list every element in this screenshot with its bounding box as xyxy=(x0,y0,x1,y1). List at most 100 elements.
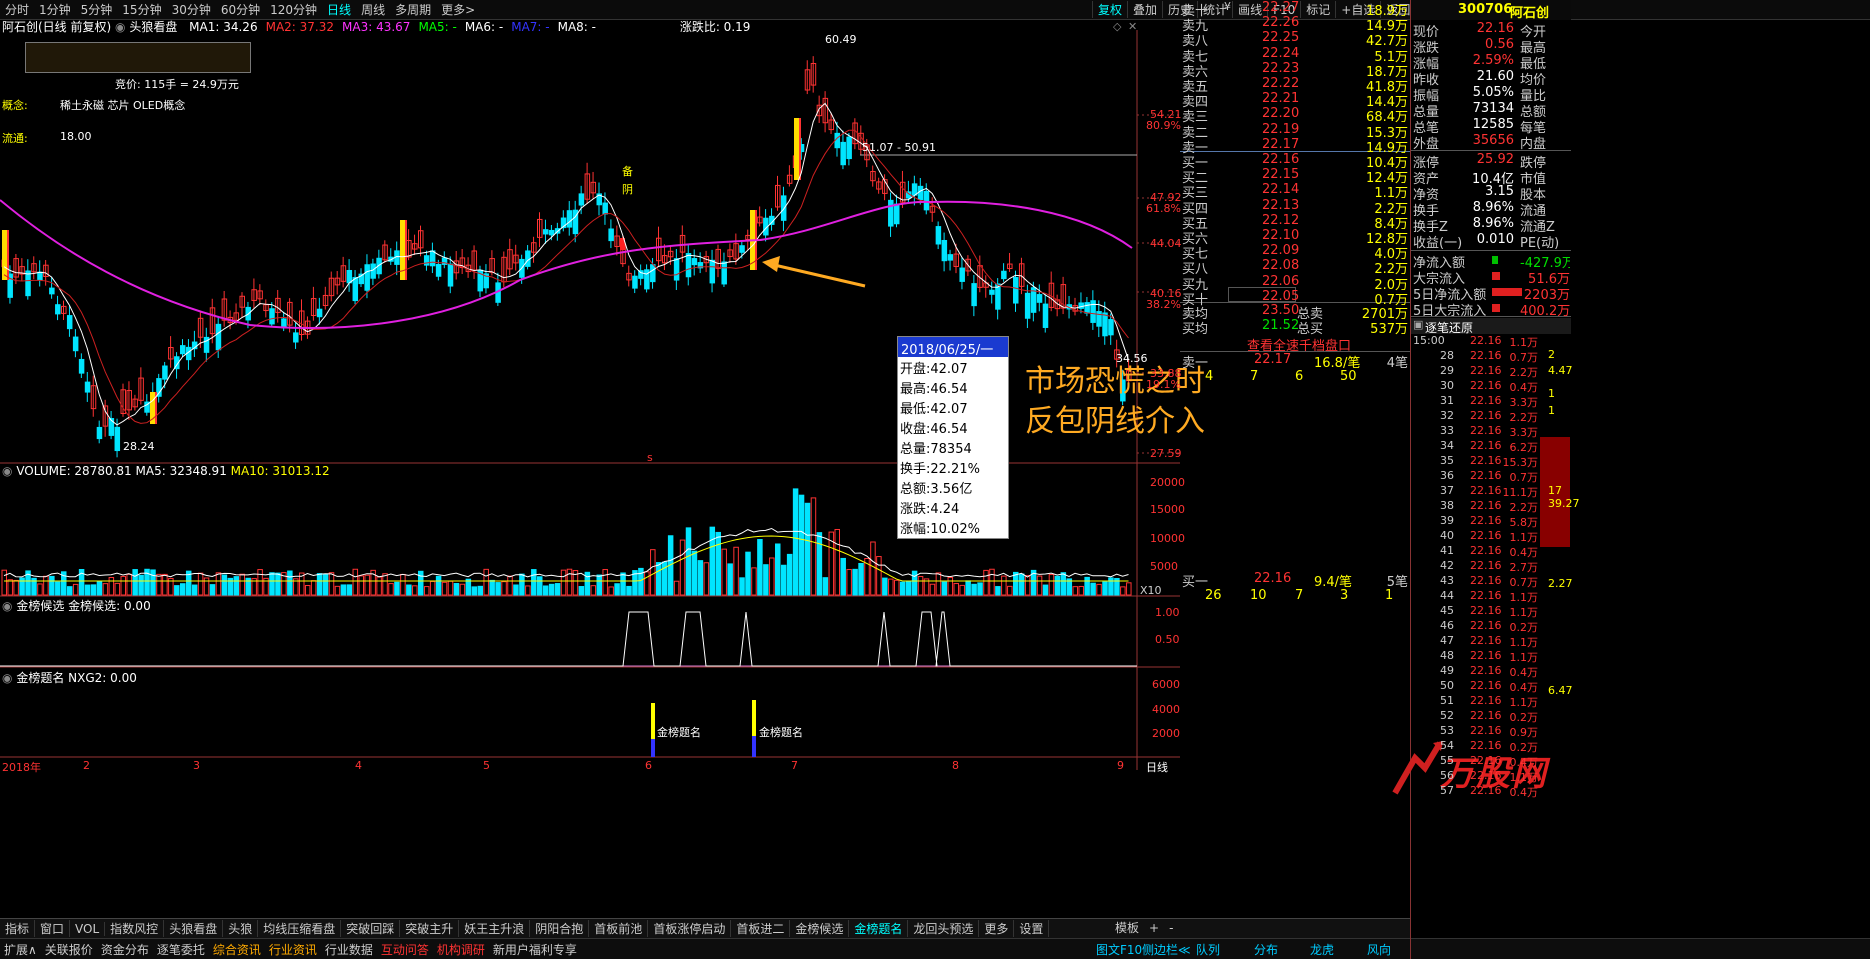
bottom-right-link[interactable]: 龙虎 xyxy=(1310,941,1334,958)
template-control[interactable]: - xyxy=(1164,921,1178,935)
price-tick: 44.04 xyxy=(1150,237,1182,250)
tool-button[interactable]: 叠加 xyxy=(1127,1,1162,18)
bottom-link[interactable]: 互动问答 xyxy=(377,941,433,958)
candle-body xyxy=(947,254,954,261)
period-tab[interactable]: 周线 xyxy=(361,1,385,18)
bid-row[interactable]: 买十 22.05 0.7万 xyxy=(1182,289,1410,308)
ask-row[interactable]: 卖七 22.24 5.1万 xyxy=(1182,46,1410,65)
candle-body xyxy=(959,267,965,282)
level-price: 22.17 xyxy=(1262,136,1300,152)
indicator-tab[interactable]: 突破回踩 xyxy=(341,920,401,937)
period-tab[interactable]: 5分钟 xyxy=(81,1,113,18)
ask-row[interactable]: 卖八 22.25 42.7万 xyxy=(1182,30,1410,49)
bid-row[interactable]: 买一 22.16 10.4万 xyxy=(1182,152,1410,171)
volume-bar xyxy=(388,583,394,596)
bottom-right-link[interactable]: 分布 xyxy=(1254,941,1278,958)
tape-time: 47 xyxy=(1440,634,1454,647)
volume-bar xyxy=(852,568,858,596)
indicator-tab[interactable]: 指标 xyxy=(0,920,36,937)
period-tab[interactable]: 60分钟 xyxy=(221,1,260,18)
tape-volume: 0.4万 xyxy=(1509,381,1539,394)
indicator-tab[interactable]: 阴阳合抱 xyxy=(530,920,590,937)
gear-icon[interactable]: ◉ xyxy=(2,671,12,685)
bid-row[interactable]: 买四 22.13 2.2万 xyxy=(1182,198,1410,217)
ask-row[interactable]: 卖十 ¥22.27 18.9万 xyxy=(1182,0,1410,19)
gear-icon[interactable]: ◉ xyxy=(2,599,12,613)
ask-row[interactable]: 卖五 22.22 41.8万 xyxy=(1182,76,1410,95)
ask-row[interactable]: 卖四 22.21 14.4万 xyxy=(1182,91,1410,110)
template-control[interactable]: 模板 xyxy=(1110,919,1144,936)
bid-row[interactable]: 买八 22.08 2.2万 xyxy=(1182,258,1410,277)
indicator-tab[interactable]: VOL xyxy=(70,921,106,936)
bid-row[interactable]: 买九 22.06 2.0万 xyxy=(1182,274,1410,293)
indicator-tab[interactable]: 首板进二 xyxy=(731,920,791,937)
quote-value: 73134 xyxy=(1472,101,1514,116)
bottom-link[interactable]: 关联报价 xyxy=(41,941,97,958)
bottom-link[interactable]: 扩展∧ xyxy=(0,941,41,958)
candle-body xyxy=(995,283,1001,310)
period-tab[interactable]: 分时 xyxy=(5,1,29,18)
volume-bar xyxy=(352,568,359,596)
indicator-tab[interactable]: 均线压缩看盘 xyxy=(258,920,342,937)
bid-row[interactable]: 买三 22.14 1.1万 xyxy=(1182,182,1410,201)
period-tab[interactable]: 更多> xyxy=(441,1,475,18)
volume-bar xyxy=(394,581,400,596)
period-tab[interactable]: 日线 xyxy=(327,1,351,18)
tape-price: 22.16 xyxy=(1470,349,1502,362)
bid-row[interactable]: 买六 22.10 12.8万 xyxy=(1182,228,1410,247)
signal-candle-edge xyxy=(799,118,801,180)
period-tab[interactable]: 1分钟 xyxy=(39,1,71,18)
bid-row[interactable]: 买五 22.12 8.4万 xyxy=(1182,213,1410,232)
tape-time: 46 xyxy=(1440,619,1454,632)
indicator-tab[interactable]: 窗口 xyxy=(35,920,71,937)
stock-code: 300706 xyxy=(1458,2,1513,17)
bottom-link[interactable]: 逐笔委托 xyxy=(153,941,209,958)
indicator-tab[interactable]: 金榜候选 xyxy=(790,920,850,937)
indicator-tab[interactable]: 金榜题名 xyxy=(849,920,909,937)
bottom-link[interactable]: 综合资讯 xyxy=(209,941,265,958)
indicator-tab[interactable]: 首板涨停启动 xyxy=(648,920,732,937)
bottom-right-link[interactable]: 侧边栏≪ xyxy=(1142,941,1191,958)
bottom-link[interactable]: 机构调研 xyxy=(433,941,489,958)
bottom-link[interactable]: 新用户福利专享 xyxy=(489,941,581,958)
candle-body xyxy=(293,332,299,343)
bid-row[interactable]: 买二 22.15 12.4万 xyxy=(1182,167,1410,186)
indicator-tab[interactable]: 头狼看盘 xyxy=(164,920,224,937)
bottom-link[interactable]: 行业资讯 xyxy=(265,941,321,958)
tool-button[interactable]: 复权 xyxy=(1092,1,1127,18)
ask-row[interactable]: 卖三 22.20 68.4万 xyxy=(1182,106,1410,125)
tape-volume: 1.1万 xyxy=(1509,636,1539,649)
ask-row[interactable]: 卖六 22.23 18.7万 xyxy=(1182,60,1410,80)
indicator-tab[interactable]: 头狼 xyxy=(223,920,259,937)
period-tab[interactable]: 多周期 xyxy=(395,1,431,18)
period-tab[interactable]: 120分钟 xyxy=(270,1,317,18)
indicator-tab[interactable]: 龙回头预选 xyxy=(908,920,980,937)
volume-bar xyxy=(1060,572,1067,596)
period-tab[interactable]: 30分钟 xyxy=(172,1,211,18)
indicator-tab[interactable]: 更多 xyxy=(979,920,1015,937)
bottom-link[interactable]: 资金分布 xyxy=(97,941,153,958)
volume-header: ◉ VOLUME: 28780.81 MA5: 32348.91 MA10: 3… xyxy=(2,464,330,478)
queue-item: 7 xyxy=(1295,588,1304,603)
indicator-tab[interactable]: 妖王主升浪 xyxy=(459,920,531,937)
summary-value-2: 537万 xyxy=(1370,322,1408,337)
volume-bar xyxy=(453,583,460,596)
indicator-tab[interactable]: 指数风控 xyxy=(105,920,165,937)
indicator-tab[interactable]: 突破主升 xyxy=(400,920,460,937)
indicator-tab[interactable]: 设置 xyxy=(1014,920,1050,937)
level-price: 22.23 xyxy=(1262,60,1300,76)
ask-row[interactable]: 卖一 22.17 14.9万 xyxy=(1182,136,1410,156)
ask-row[interactable]: 卖二 22.19 15.3万 xyxy=(1182,122,1410,141)
ask-row[interactable]: 卖九 22.26 14.9万 xyxy=(1182,15,1410,34)
indicator-tab[interactable]: 首板前池 xyxy=(589,920,649,937)
bid-row[interactable]: 买七 22.09 4.0万 xyxy=(1182,243,1410,262)
gear-icon[interactable]: ◉ xyxy=(2,464,12,478)
template-control[interactable]: + xyxy=(1144,921,1164,935)
bottom-right-link[interactable]: 图文F10 xyxy=(1096,941,1142,958)
period-tab[interactable]: 15分钟 xyxy=(122,1,161,18)
tape-toggle-icon[interactable]: ▣ xyxy=(1413,318,1423,331)
bottom-right-link[interactable]: 风向 xyxy=(1367,941,1391,958)
bottom-right-link[interactable]: 队列 xyxy=(1196,941,1220,958)
bottom-link[interactable]: 行业数据 xyxy=(321,941,377,958)
tape-volume: 0.7万 xyxy=(1509,351,1539,364)
